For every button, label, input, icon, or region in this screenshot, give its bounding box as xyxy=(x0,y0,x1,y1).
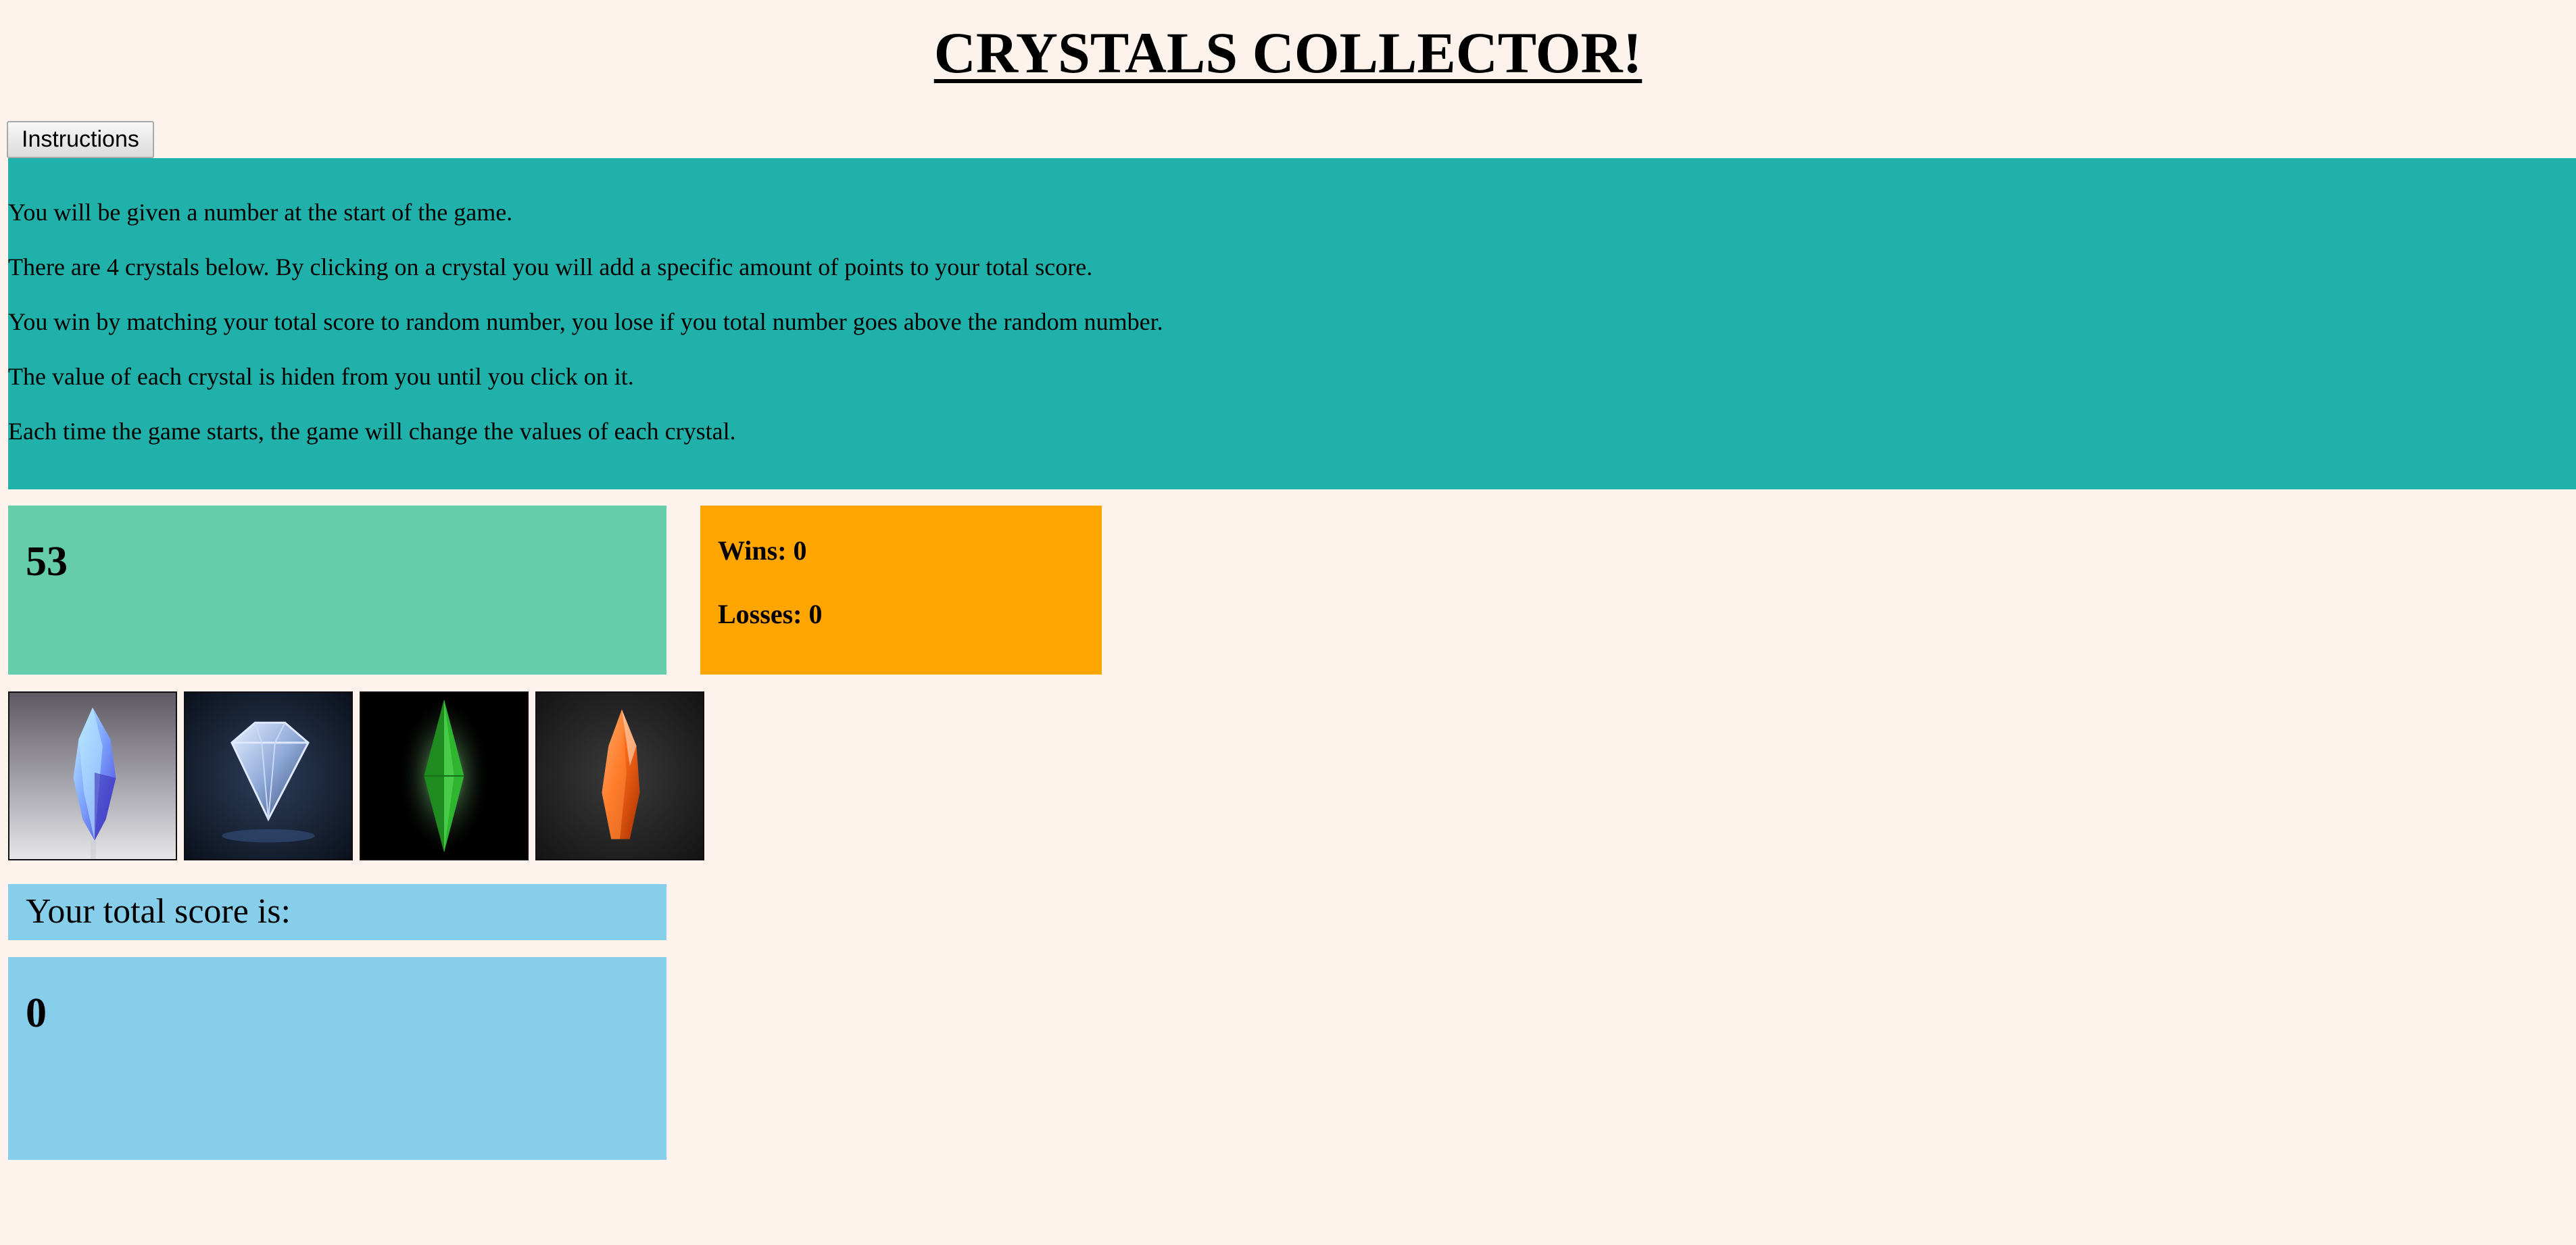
instruction-line: There are 4 crystals below. By clicking … xyxy=(8,253,1093,280)
instruction-line: You will be given a number at the start … xyxy=(8,199,513,226)
crystal-button-3[interactable] xyxy=(360,691,529,860)
game-page: CRYSTALS COLLECTOR! Instructions You wil… xyxy=(0,0,2576,1245)
stats-box: Wins: 0 Losses: 0 xyxy=(700,506,1102,675)
total-score-box: 0 xyxy=(8,957,666,1160)
crystal-button-1[interactable] xyxy=(8,691,177,860)
losses-count: Losses: 0 xyxy=(718,599,823,629)
green-gem-icon xyxy=(361,693,527,859)
crystal-button-2[interactable] xyxy=(184,691,353,860)
target-number-box: 53 xyxy=(8,506,666,675)
diamond-icon xyxy=(185,693,351,859)
target-number: 53 xyxy=(26,539,68,585)
page-title: CRYSTALS COLLECTOR! xyxy=(933,20,1643,85)
total-score-label: Your total score is: xyxy=(8,884,666,940)
blue-crystal-icon xyxy=(9,693,176,859)
instructions-button[interactable]: Instructions xyxy=(7,121,154,158)
instructions-panel: You will be given a number at the start … xyxy=(8,158,2576,489)
total-score-value: 0 xyxy=(26,990,47,1036)
wins-count: Wins: 0 xyxy=(718,535,807,566)
instruction-line: You win by matching your total score to … xyxy=(8,308,1163,335)
instruction-line: Each time the game starts, the game will… xyxy=(8,418,736,445)
instruction-line: The value of each crystal is hiden from … xyxy=(8,363,634,390)
crystal-button-4[interactable] xyxy=(535,691,704,860)
orange-crystal-icon xyxy=(537,693,703,859)
